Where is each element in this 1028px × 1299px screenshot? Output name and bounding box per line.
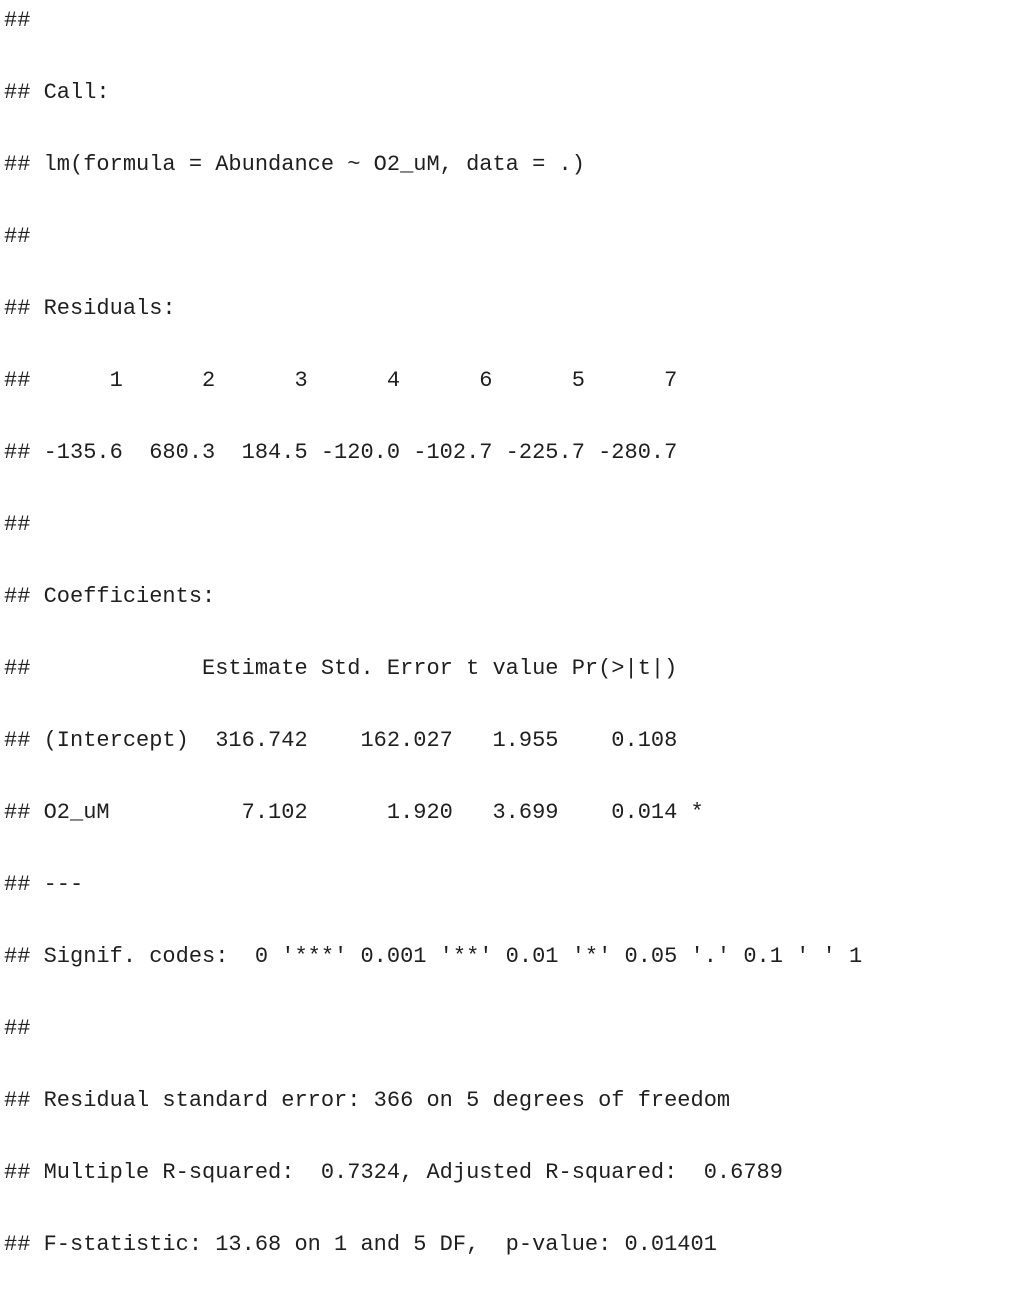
coefficients-header-row: ## Estimate Std. Error t value Pr(>|t|)	[4, 656, 678, 681]
call-formula: ## lm(formula = Abundance ~ O2_uM, data …	[4, 152, 585, 177]
r-squared-line: ## Multiple R-squared: 0.7324, Adjusted …	[4, 1160, 783, 1185]
f-statistic-line: ## F-statistic: 13.68 on 1 and 5 DF, p-v…	[4, 1232, 717, 1257]
residuals-values-row: ## -135.6 680.3 184.5 -120.0 -102.7 -225…	[4, 440, 678, 465]
call-heading: ## Call:	[4, 80, 110, 105]
coefficients-heading: ## Coefficients:	[4, 584, 216, 609]
residuals-index-row: ## 1 2 3 4 6 5 7	[4, 368, 678, 393]
residuals-heading: ## Residuals:	[4, 296, 176, 321]
signif-codes-line: ## Signif. codes: 0 '***' 0.001 '**' 0.0…	[4, 944, 863, 969]
console-line-blank: ##	[4, 512, 31, 537]
console-line-blank: ##	[4, 8, 31, 33]
separator-line: ## ---	[4, 872, 84, 897]
residual-standard-error-line: ## Residual standard error: 366 on 5 deg…	[4, 1088, 731, 1113]
console-line-blank: ##	[4, 1016, 31, 1041]
console-line-blank: ##	[4, 224, 31, 249]
r-console-output: ## ## Call: ## lm(formula = Abundance ~ …	[4, 3, 1024, 1299]
coefficients-row-o2-um: ## O2_uM 7.102 1.920 3.699 0.014 *	[4, 800, 704, 825]
coefficients-row-intercept: ## (Intercept) 316.742 162.027 1.955 0.1…	[4, 728, 678, 753]
